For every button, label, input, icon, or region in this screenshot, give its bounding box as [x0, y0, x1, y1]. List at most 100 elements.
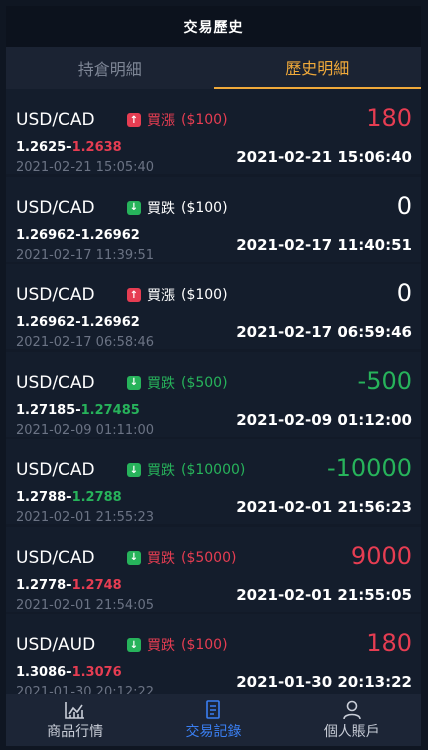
nav-item-market[interactable]: 商品行情: [6, 694, 144, 746]
tab-positions[interactable]: 持倉明細: [6, 47, 214, 89]
chart-icon: [65, 701, 85, 719]
trade-amount: ($100): [181, 287, 228, 303]
open-price: 1.27185-: [16, 402, 81, 418]
open-time: 2021-01-30 20:12:22: [16, 685, 155, 694]
price-range: 1.27185-1.27485: [16, 403, 140, 418]
profit-loss: -10000: [326, 454, 412, 482]
trade-amount: ($100): [181, 199, 228, 216]
arrow-up-icon: ↑: [127, 113, 141, 127]
trade-side: ↑ 買漲 ($100): [127, 110, 228, 130]
close-price: 1.27485: [80, 402, 140, 418]
history-row[interactable]: USD/AUD ↓ 買跌 ($100) 1.3086-1.3076 2021-0…: [6, 614, 421, 694]
price-range: 1.2788-1.2788: [16, 490, 122, 505]
arrow-down-icon: ↓: [127, 550, 141, 565]
nav-label-account: 個人賬戶: [323, 723, 380, 740]
currency-pair: USD/CAD: [16, 110, 95, 130]
bottom-nav: 商品行情 交易記錄 個人賬戶: [6, 694, 421, 746]
profit-loss: 9000: [350, 541, 412, 570]
currency-pair: USD/CAD: [16, 197, 95, 218]
close-price: 1.26962: [80, 227, 140, 243]
close-time: 2021-02-17 11:40:51: [236, 235, 412, 254]
open-time: 2021-02-17 11:39:51: [16, 247, 155, 263]
close-time: 2021-02-21 15:06:40: [236, 148, 412, 166]
side-label: 買漲: [147, 113, 175, 129]
close-price: 1.2788: [71, 490, 122, 505]
currency-pair: USD/CAD: [16, 372, 95, 393]
close-price: 1.2748: [71, 577, 122, 593]
nav-label-records: 交易記錄: [185, 723, 242, 740]
open-price: 1.2788-: [16, 490, 72, 505]
history-row[interactable]: USD/CAD ↓ 買跌 ($500) 1.27185-1.27485 2021…: [6, 351, 421, 438]
nav-item-account[interactable]: 個人賬戶: [283, 694, 421, 746]
tab-history[interactable]: 歷史明細: [213, 47, 421, 89]
history-row[interactable]: USD/CAD ↑ 買漲 ($100) 1.2625-1.2638 2021-0…: [6, 89, 421, 175]
close-time: 2021-02-17 06:59:46: [236, 323, 412, 341]
side-label: 買跌: [147, 463, 175, 479]
open-time: 2021-02-17 06:58:46: [16, 335, 155, 350]
close-time: 2021-01-30 20:13:22: [236, 673, 412, 691]
open-price: 1.2778-: [16, 577, 72, 593]
trade-side: ↓ 買跌 ($500): [127, 373, 228, 393]
arrow-up-icon: ↑: [127, 288, 141, 302]
close-time: 2021-02-09 01:12:00: [236, 410, 412, 429]
price-range: 1.2778-1.2748: [16, 578, 122, 593]
price-range: 1.3086-1.3076: [16, 665, 122, 680]
nav-item-records[interactable]: 交易記錄: [144, 694, 282, 746]
history-row[interactable]: USD/CAD ↓ 買跌 ($100) 1.26962-1.26962 2021…: [6, 176, 421, 263]
nav-label-market: 商品行情: [47, 723, 104, 740]
side-label: 買跌: [147, 375, 175, 392]
trade-side: ↓ 買跌 ($100): [127, 635, 228, 655]
price-range: 1.26962-1.26962: [16, 228, 140, 243]
history-row[interactable]: USD/CAD ↓ 買跌 ($10000) 1.2788-1.2788 2021…: [6, 439, 421, 525]
price-range: 1.2625-1.2638: [16, 140, 122, 155]
arrow-down-icon: ↓: [127, 638, 141, 652]
currency-pair: USD/CAD: [16, 547, 95, 568]
trade-amount: ($100): [181, 112, 228, 128]
history-row[interactable]: USD/CAD ↓ 買跌 ($5000) 1.2778-1.2748 2021-…: [6, 526, 421, 613]
close-price: 1.3076: [71, 665, 122, 680]
profit-loss: 180: [366, 104, 412, 132]
open-time: 2021-02-01 21:54:05: [16, 597, 155, 613]
arrow-down-icon: ↓: [127, 463, 141, 477]
arrow-down-icon: ↓: [127, 375, 141, 390]
currency-pair: USD/CAD: [16, 460, 95, 480]
close-time: 2021-02-01 21:56:23: [236, 498, 412, 516]
trade-amount: ($500): [181, 374, 228, 391]
side-label: 買漲: [147, 288, 175, 304]
profit-loss: 0: [396, 279, 412, 307]
page-title: 交易歷史: [183, 19, 244, 36]
page-header: 交易歷史: [6, 6, 421, 47]
price-range: 1.26962-1.26962: [16, 315, 140, 330]
side-label: 買跌: [147, 200, 175, 217]
history-row[interactable]: USD/CAD ↑ 買漲 ($100) 1.26962-1.26962 2021…: [6, 264, 421, 350]
trade-side: ↓ 買跌 ($10000): [127, 460, 245, 480]
tab-bar: 持倉明細 歷史明細: [6, 47, 421, 89]
app-frame: 交易歷史 持倉明細 歷史明細 USD/CAD ↑ 買漲 ($100) 1.262…: [6, 6, 421, 746]
history-list: USD/CAD ↑ 買漲 ($100) 1.2625-1.2638 2021-0…: [6, 89, 421, 694]
currency-pair: USD/CAD: [16, 285, 95, 305]
profit-loss: 0: [396, 191, 412, 220]
trade-side: ↓ 買跌 ($100): [127, 198, 228, 218]
trade-side: ↑ 買漲 ($100): [127, 285, 228, 305]
currency-pair: USD/AUD: [16, 635, 96, 655]
close-time: 2021-02-01 21:55:05: [236, 585, 412, 604]
open-time: 2021-02-21 15:05:40: [16, 160, 155, 175]
trade-amount: ($10000): [181, 462, 246, 478]
open-time: 2021-02-09 01:11:00: [16, 422, 155, 438]
open-time: 2021-02-01 21:55:23: [16, 510, 155, 525]
user-icon: [343, 700, 361, 719]
side-label: 買跌: [147, 638, 175, 654]
close-price: 1.26962: [80, 315, 140, 330]
open-price: 1.2625-: [16, 140, 72, 155]
side-label: 買跌: [147, 550, 175, 567]
profit-loss: 180: [366, 629, 412, 657]
trade-amount: ($100): [181, 637, 228, 653]
trade-amount: ($5000): [181, 549, 237, 566]
arrow-down-icon: ↓: [127, 200, 141, 215]
document-icon: [206, 699, 221, 719]
trade-side: ↓ 買跌 ($5000): [127, 548, 236, 568]
close-price: 1.2638: [71, 140, 122, 155]
profit-loss: -500: [357, 366, 412, 395]
open-price: 1.26962-: [16, 227, 81, 243]
open-price: 1.3086-: [16, 665, 72, 680]
